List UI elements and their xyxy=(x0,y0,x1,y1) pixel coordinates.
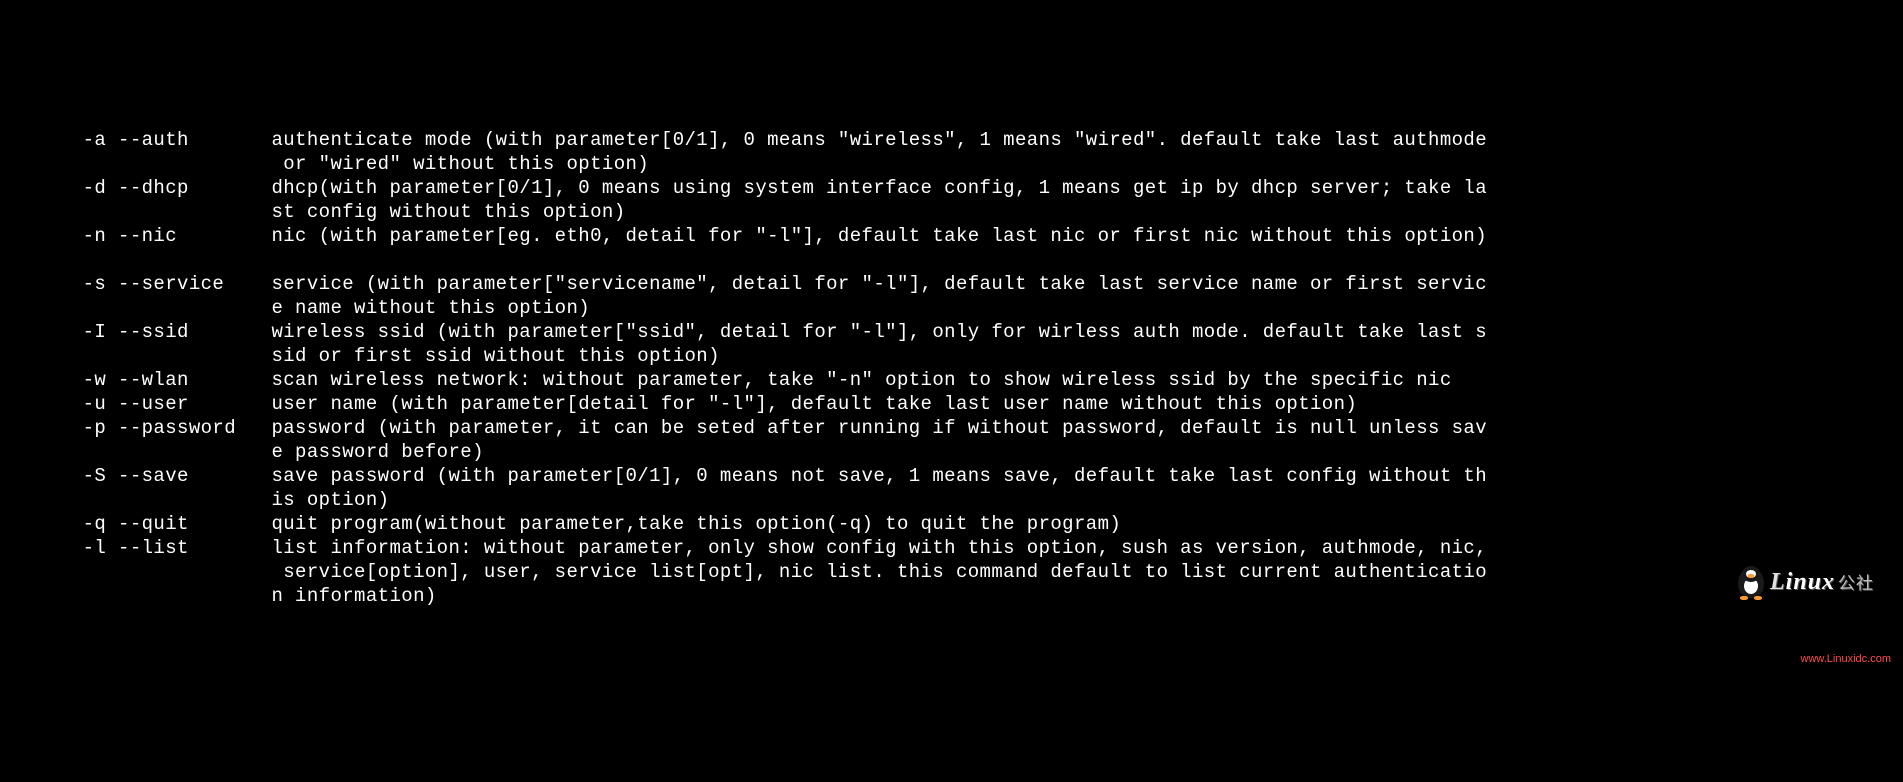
help-line: is option) xyxy=(0,489,389,511)
help-line: -q --quit quit program(without parameter… xyxy=(0,513,1121,535)
help-line: -d --dhcp dhcp(with parameter[0/1], 0 me… xyxy=(0,177,1487,199)
help-line: n information) xyxy=(0,585,437,607)
help-line: -p --password password (with parameter, … xyxy=(0,417,1487,439)
help-line: -a --auth authenticate mode (with parame… xyxy=(0,129,1487,151)
help-line: -l --list list information: without para… xyxy=(0,537,1487,559)
help-line: -u --user user name (with parameter[deta… xyxy=(0,393,1357,415)
help-line: -S --save save password (with parameter[… xyxy=(0,465,1487,487)
terminal-output: -a --auth authenticate mode (with parame… xyxy=(0,96,1903,608)
help-line: e name without this option) xyxy=(0,297,590,319)
help-line: service[option], user, service list[opt]… xyxy=(0,561,1487,583)
help-line: or "wired" without this option) xyxy=(0,153,649,175)
help-line: -w --wlan scan wireless network: without… xyxy=(0,369,1452,391)
help-line: -s --service service (with parameter["se… xyxy=(0,273,1487,295)
help-line: e password before) xyxy=(0,441,484,463)
help-line: -I --ssid wireless ssid (with parameter[… xyxy=(0,321,1487,343)
watermark-url: www.Linuxidc.com xyxy=(1736,647,1891,671)
help-line: -n --nic nic (with parameter[eg. eth0, d… xyxy=(0,225,1487,247)
help-line: st config without this option) xyxy=(0,201,626,223)
help-line: sid or first ssid without this option) xyxy=(0,345,720,367)
